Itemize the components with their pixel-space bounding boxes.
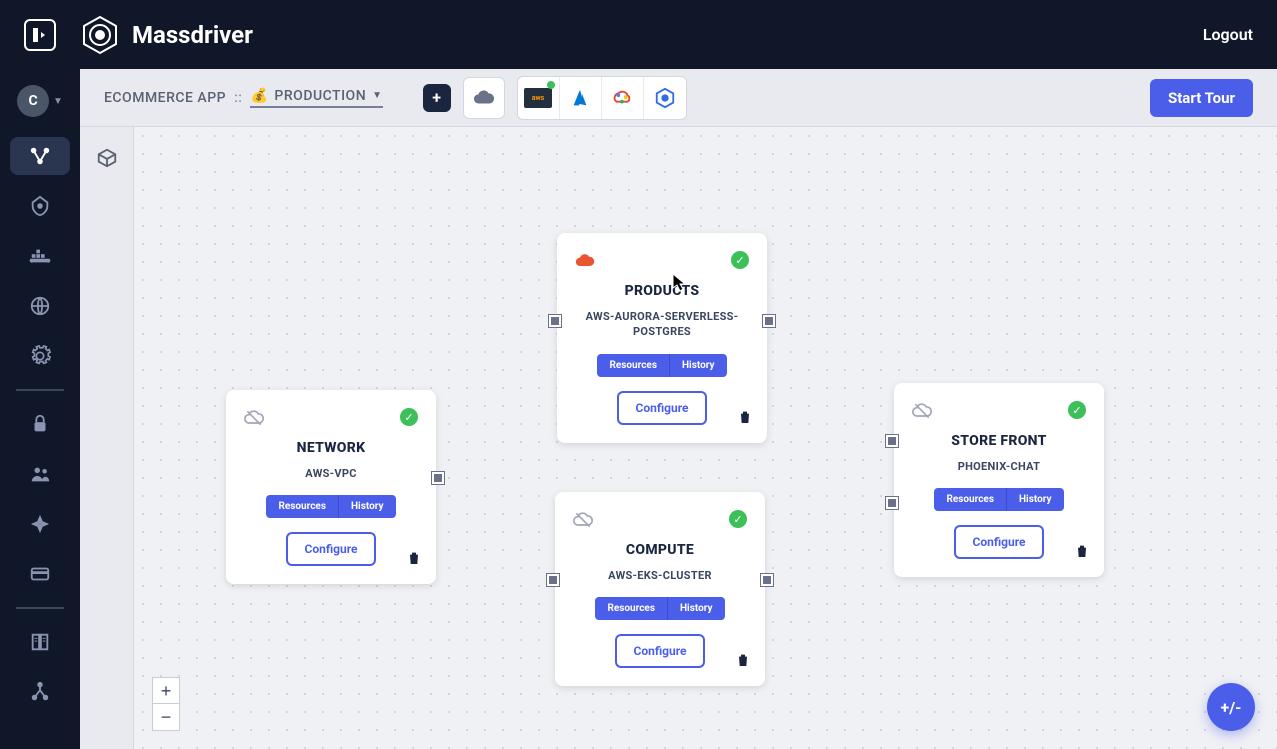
node-subtitle: AWS-EKS-CLUSTER [573, 568, 747, 583]
history-button[interactable]: History [339, 495, 396, 518]
sidebar-item-secrets[interactable] [10, 405, 70, 443]
port-in[interactable] [886, 435, 898, 447]
sidebar-divider [16, 389, 64, 391]
provider-azure-button[interactable] [560, 77, 602, 119]
panel-toggle-button[interactable] [24, 19, 56, 51]
node-title: PRODUCTS [575, 283, 749, 299]
resources-button[interactable]: Resources [934, 488, 1007, 511]
resources-button[interactable]: Resources [595, 597, 668, 620]
zoom-in-button[interactable]: + [153, 678, 179, 704]
sidebar-item-settings[interactable] [10, 337, 70, 375]
breadcrumb-app: ECOMMERCE APP [104, 90, 226, 106]
app-header: Massdriver Logout [0, 0, 1277, 69]
canvas-wrap: ✓ NETWORK AWS-VPC Resources History Conf… [80, 127, 1277, 749]
environment-selector[interactable]: 💰 PRODUCTION ▼ [250, 88, 382, 108]
history-button[interactable]: History [1007, 488, 1064, 511]
zoom-out-button[interactable]: − [153, 704, 179, 730]
diagram-canvas[interactable]: ✓ NETWORK AWS-VPC Resources History Conf… [134, 127, 1277, 749]
configure-button[interactable]: Configure [617, 391, 706, 425]
status-dot-icon [547, 81, 555, 89]
node-title: COMPUTE [573, 542, 747, 558]
env-name: PRODUCTION [274, 88, 366, 104]
start-tour-button[interactable]: Start Tour [1150, 79, 1253, 117]
cloud-off-icon [573, 510, 593, 534]
cloud-filter-button[interactable] [463, 77, 505, 119]
breadcrumb: ECOMMERCE APP :: 💰 PRODUCTION ▼ [104, 88, 383, 108]
port-in[interactable] [549, 315, 561, 327]
node-products[interactable]: ✓ PRODUCTS AWS-AURORA-SERVERLESS-POSTGRE… [557, 233, 767, 443]
main-sidebar: C ▼ [0, 69, 80, 749]
sidebar-item-canvas[interactable] [10, 137, 70, 175]
cloud-aws-icon [575, 251, 595, 275]
configure-button[interactable]: Configure [954, 525, 1043, 559]
node-title: STORE FRONT [912, 433, 1086, 449]
cloud-off-icon [244, 408, 264, 432]
status-ok-icon: ✓ [400, 408, 418, 426]
sidebar-item-network[interactable] [10, 287, 70, 325]
palette-cube-icon[interactable] [92, 143, 122, 173]
node-subtitle: AWS-VPC [244, 466, 418, 481]
env-emoji-icon: 💰 [250, 88, 268, 104]
zoom-controls: + − [152, 677, 180, 731]
brand-name: Massdriver [132, 21, 253, 49]
canvas-toolbar: ECOMMERCE APP :: 💰 PRODUCTION ▼ + aws St… [80, 69, 1277, 127]
sidebar-item-team[interactable] [10, 455, 70, 493]
sidebar-item-branches[interactable] [10, 673, 70, 711]
header-left: Massdriver [24, 15, 253, 55]
port-out[interactable] [761, 574, 773, 586]
port-out[interactable] [763, 315, 775, 327]
breadcrumb-separator: :: [234, 90, 242, 106]
sidebar-item-docs[interactable] [10, 623, 70, 661]
resources-button[interactable]: Resources [597, 354, 670, 377]
resources-button[interactable]: Resources [266, 495, 339, 518]
cloud-off-icon [912, 401, 932, 425]
provider-gcp-button[interactable] [602, 77, 644, 119]
provider-aws-button[interactable]: aws [518, 77, 560, 119]
node-subtitle: AWS-AURORA-SERVERLESS-POSTGRES [575, 309, 749, 340]
node-compute[interactable]: ✓ COMPUTE AWS-EKS-CLUSTER Resources Hist… [555, 492, 765, 686]
edges-layer [134, 127, 434, 277]
trash-icon[interactable] [406, 550, 422, 570]
sidebar-item-deploy[interactable] [10, 187, 70, 225]
user-avatar: C [17, 85, 49, 117]
chevron-down-icon: ▼ [372, 90, 382, 101]
brand: Massdriver [80, 15, 253, 55]
port-out[interactable] [432, 472, 444, 484]
sidebar-item-integrations[interactable] [10, 505, 70, 543]
canvas-palette-sidebar [80, 127, 134, 749]
status-ok-icon: ✓ [729, 510, 747, 528]
chevron-down-icon: ▼ [53, 96, 63, 107]
configure-button[interactable]: Configure [615, 634, 704, 668]
brand-logo-icon [80, 15, 120, 55]
trash-icon[interactable] [735, 652, 751, 672]
node-network[interactable]: ✓ NETWORK AWS-VPC Resources History Conf… [226, 390, 436, 584]
history-button[interactable]: History [670, 354, 727, 377]
port-in-2[interactable] [886, 497, 898, 509]
sidebar-item-billing[interactable] [10, 555, 70, 593]
node-subtitle: PHOENIX-CHAT [912, 459, 1086, 474]
logout-link[interactable]: Logout [1203, 25, 1253, 44]
sidebar-item-containers[interactable] [10, 237, 70, 275]
status-ok-icon: ✓ [731, 251, 749, 269]
add-button[interactable]: + [423, 84, 451, 112]
provider-kubernetes-button[interactable] [644, 77, 686, 119]
port-in[interactable] [547, 574, 559, 586]
sidebar-divider [16, 607, 64, 609]
avatar-menu[interactable]: C ▼ [17, 85, 63, 117]
history-button[interactable]: History [668, 597, 725, 620]
cloud-provider-group: aws [517, 76, 687, 120]
trash-icon[interactable] [1074, 543, 1090, 563]
configure-button[interactable]: Configure [286, 532, 375, 566]
node-storefront[interactable]: ✓ STORE FRONT PHOENIX-CHAT Resources His… [894, 383, 1104, 577]
node-title: NETWORK [244, 440, 418, 456]
fab-button[interactable]: +/- [1207, 683, 1255, 731]
status-ok-icon: ✓ [1068, 401, 1086, 419]
trash-icon[interactable] [737, 409, 753, 429]
